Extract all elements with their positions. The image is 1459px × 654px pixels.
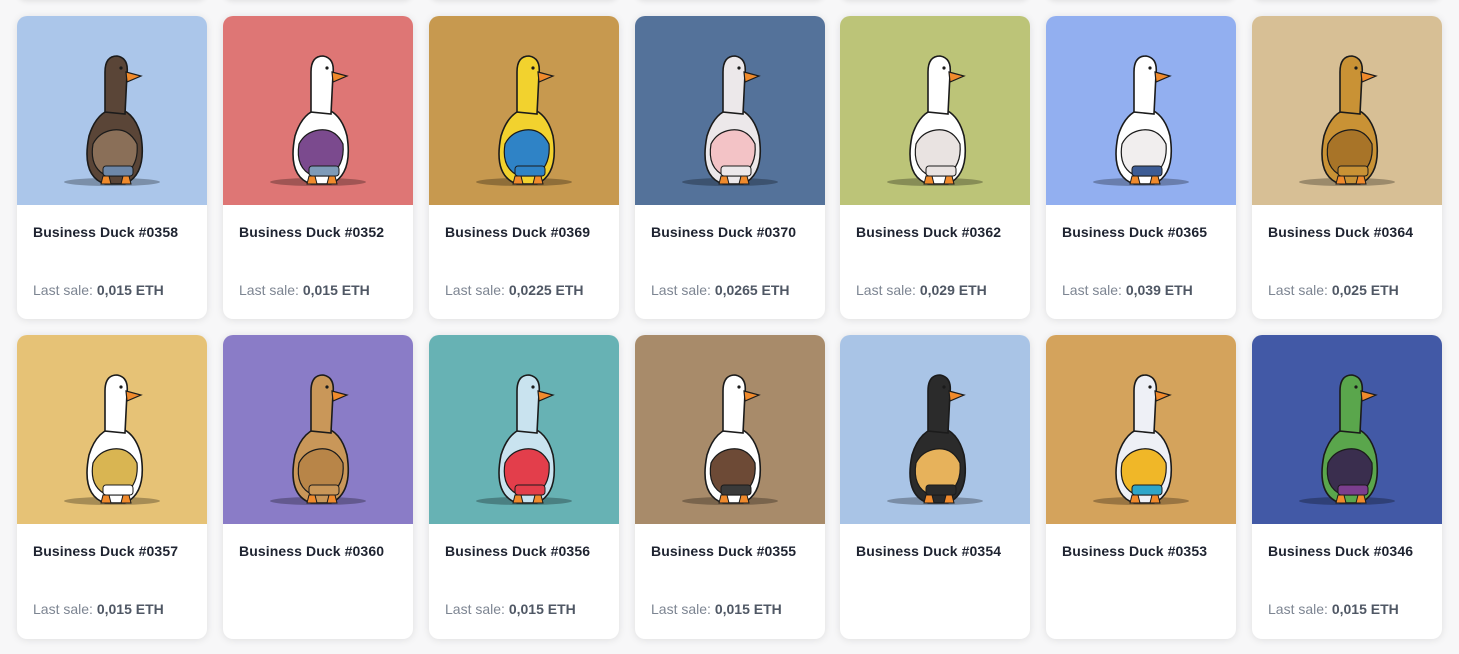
- last-sale-value: 0,015 ETH: [508, 601, 576, 617]
- last-sale-label: Last sale:: [239, 282, 303, 298]
- nft-card[interactable]: Business Duck #0369 Last sale: 0,0225 ETH: [429, 16, 619, 319]
- nft-title[interactable]: Business Duck #0353: [1062, 543, 1207, 559]
- last-sale: Last sale: 0,015 ETH: [651, 601, 782, 617]
- duck-illustration: [17, 335, 207, 524]
- last-sale-value: 0,015 ETH: [302, 282, 370, 298]
- last-sale: Last sale: 0,029 ETH: [856, 282, 987, 298]
- nft-card[interactable]: Business Duck #0358 Last sale: 0,015 ETH: [17, 16, 207, 319]
- last-sale-value: 0,029 ETH: [919, 282, 987, 298]
- last-sale-label: Last sale:: [651, 601, 715, 617]
- last-sale-label: Last sale:: [1268, 601, 1332, 617]
- nft-image[interactable]: [17, 335, 207, 524]
- nft-card[interactable]: Business Duck #0360: [223, 335, 413, 639]
- nft-image[interactable]: [1252, 335, 1442, 524]
- nft-image[interactable]: [840, 16, 1030, 205]
- nft-image[interactable]: [635, 16, 825, 205]
- last-sale-label: Last sale:: [651, 282, 715, 298]
- nft-image[interactable]: [1046, 335, 1236, 524]
- previous-row-stubs: [0, 0, 1459, 2]
- last-sale: Last sale: 0,039 ETH: [1062, 282, 1193, 298]
- duck-illustration: [17, 16, 207, 205]
- last-sale: Last sale: 0,015 ETH: [1268, 601, 1399, 617]
- duck-illustration: [223, 335, 413, 524]
- last-sale: Last sale: 0,015 ETH: [239, 282, 370, 298]
- last-sale-value: 0,039 ETH: [1125, 282, 1193, 298]
- nft-title[interactable]: Business Duck #0352: [239, 224, 384, 240]
- duck-illustration: [1046, 16, 1236, 205]
- nft-image[interactable]: [1046, 16, 1236, 205]
- nft-card[interactable]: Business Duck #0355 Last sale: 0,015 ETH: [635, 335, 825, 639]
- last-sale: Last sale: 0,0265 ETH: [651, 282, 790, 298]
- nft-card[interactable]: Business Duck #0352 Last sale: 0,015 ETH: [223, 16, 413, 319]
- last-sale-value: 0,015 ETH: [714, 601, 782, 617]
- nft-image[interactable]: [223, 335, 413, 524]
- nft-title[interactable]: Business Duck #0354: [856, 543, 1001, 559]
- duck-illustration: [635, 335, 825, 524]
- nft-title[interactable]: Business Duck #0357: [33, 543, 178, 559]
- nft-image[interactable]: [223, 16, 413, 205]
- nft-image[interactable]: [17, 16, 207, 205]
- nft-image[interactable]: [429, 16, 619, 205]
- duck-illustration: [1252, 335, 1442, 524]
- duck-illustration: [1252, 16, 1442, 205]
- last-sale-label: Last sale:: [1268, 282, 1332, 298]
- nft-card[interactable]: Business Duck #0362 Last sale: 0,029 ETH: [840, 16, 1030, 319]
- last-sale: Last sale: 0,015 ETH: [445, 601, 576, 617]
- duck-illustration: [429, 335, 619, 524]
- nft-title[interactable]: Business Duck #0355: [651, 543, 796, 559]
- duck-illustration: [429, 16, 619, 205]
- nft-card[interactable]: Business Duck #0356 Last sale: 0,015 ETH: [429, 335, 619, 639]
- last-sale-label: Last sale:: [856, 282, 920, 298]
- last-sale-value: 0,0225 ETH: [508, 282, 584, 298]
- duck-illustration: [223, 16, 413, 205]
- last-sale-value: 0,015 ETH: [96, 282, 164, 298]
- last-sale: Last sale: 0,015 ETH: [33, 282, 164, 298]
- nft-card[interactable]: Business Duck #0346 Last sale: 0,015 ETH: [1252, 335, 1442, 639]
- nft-title[interactable]: Business Duck #0362: [856, 224, 1001, 240]
- nft-title[interactable]: Business Duck #0369: [445, 224, 590, 240]
- nft-title[interactable]: Business Duck #0360: [239, 543, 384, 559]
- nft-image[interactable]: [635, 335, 825, 524]
- nft-image[interactable]: [1252, 16, 1442, 205]
- duck-illustration: [840, 16, 1030, 205]
- duck-illustration: [635, 16, 825, 205]
- duck-illustration: [840, 335, 1030, 524]
- nft-title[interactable]: Business Duck #0358: [33, 224, 178, 240]
- last-sale-label: Last sale:: [33, 601, 97, 617]
- nft-card[interactable]: Business Duck #0364 Last sale: 0,025 ETH: [1252, 16, 1442, 319]
- nft-title[interactable]: Business Duck #0346: [1268, 543, 1413, 559]
- nft-title[interactable]: Business Duck #0370: [651, 224, 796, 240]
- last-sale-label: Last sale:: [1062, 282, 1126, 298]
- last-sale-value: 0,0265 ETH: [714, 282, 790, 298]
- nft-card[interactable]: Business Duck #0353: [1046, 335, 1236, 639]
- nft-card[interactable]: Business Duck #0354: [840, 335, 1030, 639]
- nft-card[interactable]: Business Duck #0357 Last sale: 0,015 ETH: [17, 335, 207, 639]
- last-sale-label: Last sale:: [445, 282, 509, 298]
- nft-card[interactable]: Business Duck #0370 Last sale: 0,0265 ETH: [635, 16, 825, 319]
- last-sale-value: 0,015 ETH: [96, 601, 164, 617]
- nft-image[interactable]: [840, 335, 1030, 524]
- last-sale-label: Last sale:: [33, 282, 97, 298]
- last-sale: Last sale: 0,025 ETH: [1268, 282, 1399, 298]
- nft-image[interactable]: [429, 335, 619, 524]
- last-sale: Last sale: 0,015 ETH: [33, 601, 164, 617]
- nft-title[interactable]: Business Duck #0365: [1062, 224, 1207, 240]
- last-sale-value: 0,025 ETH: [1331, 282, 1399, 298]
- nft-card[interactable]: Business Duck #0365 Last sale: 0,039 ETH: [1046, 16, 1236, 319]
- nft-title[interactable]: Business Duck #0364: [1268, 224, 1413, 240]
- last-sale: Last sale: 0,0225 ETH: [445, 282, 584, 298]
- nft-title[interactable]: Business Duck #0356: [445, 543, 590, 559]
- duck-illustration: [1046, 335, 1236, 524]
- last-sale-label: Last sale:: [445, 601, 509, 617]
- last-sale-value: 0,015 ETH: [1331, 601, 1399, 617]
